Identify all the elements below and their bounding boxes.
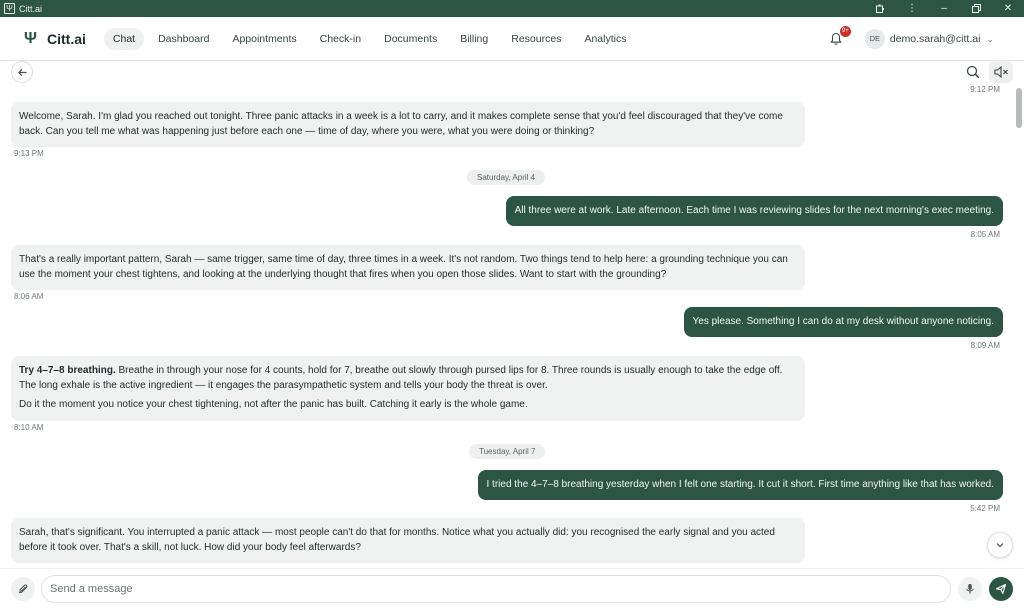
mute-audio-button[interactable] bbox=[989, 61, 1013, 83]
extensions-icon[interactable] bbox=[864, 0, 896, 17]
nav-item-billing[interactable]: Billing bbox=[451, 28, 497, 50]
search-icon bbox=[966, 65, 980, 79]
brand-logo[interactable]: Ψ Citt.ai bbox=[24, 30, 86, 48]
minimize-icon[interactable]: – bbox=[928, 0, 960, 17]
message-time: 8:05 AM bbox=[970, 230, 1000, 239]
user-email[interactable]: demo.sarah@citt.ai bbox=[890, 33, 981, 45]
message-text: All three were at work. Late afternoon. … bbox=[514, 205, 994, 216]
message-text: Welcome, Sarah. I'm glad you reached out… bbox=[19, 111, 783, 137]
nav-item-analytics[interactable]: Analytics bbox=[575, 28, 635, 50]
message-time: 8:06 AM bbox=[14, 292, 44, 301]
message-input[interactable] bbox=[41, 575, 951, 603]
user-message: I tried the 4–7–8 breathing yesterday wh… bbox=[477, 470, 1003, 500]
arrow-left-icon bbox=[17, 68, 26, 76]
app-logo-icon: Ψ bbox=[4, 3, 15, 14]
paperclip-icon bbox=[18, 584, 28, 594]
user-message: All three were at work. Late afternoon. … bbox=[505, 196, 1003, 226]
assistant-message: That's a really important pattern, Sarah… bbox=[11, 245, 805, 290]
message-time: 8:10 AM bbox=[14, 423, 44, 432]
message-list[interactable]: 9:12 PM Welcome, Sarah. I'm glad you rea… bbox=[0, 85, 1014, 565]
voice-input-button[interactable] bbox=[958, 577, 982, 601]
nav-item-resources[interactable]: Resources bbox=[502, 28, 570, 50]
back-button[interactable] bbox=[11, 61, 33, 83]
nav-menu: Chat Dashboard Appointments Check-in Doc… bbox=[103, 27, 641, 50]
message-text: Breathe in through your nose for 4 count… bbox=[19, 365, 783, 391]
attach-button[interactable] bbox=[11, 577, 35, 601]
chevron-down-icon[interactable]: ⌄ bbox=[986, 34, 994, 45]
volume-mute-icon bbox=[993, 66, 1008, 78]
window-title: Citt.ai bbox=[19, 3, 43, 14]
message-time: 9:12 PM bbox=[970, 85, 1000, 94]
close-icon[interactable]: ✕ bbox=[992, 0, 1024, 17]
window-titlebar: Ψ Citt.ai ⋮ – ✕ bbox=[0, 0, 1024, 17]
date-divider: Tuesday, April 7 bbox=[469, 444, 546, 459]
message-bold-lead: Try 4–7–8 breathing. bbox=[19, 365, 116, 376]
restore-icon[interactable] bbox=[960, 0, 992, 17]
user-avatar[interactable]: DE bbox=[864, 29, 885, 49]
chevron-down-icon bbox=[996, 543, 1004, 548]
message-text: Sarah, that's significant. You interrupt… bbox=[19, 527, 775, 553]
nav-item-appointments[interactable]: Appointments bbox=[223, 28, 305, 50]
message-text: I tried the 4–7–8 breathing yesterday wh… bbox=[486, 479, 995, 490]
nav-item-dashboard[interactable]: Dashboard bbox=[149, 28, 218, 50]
chat-toolbar bbox=[0, 61, 1024, 85]
send-icon bbox=[995, 583, 1007, 595]
nav-item-chat[interactable]: Chat bbox=[103, 27, 145, 50]
assistant-message: Welcome, Sarah. I'm glad you reached out… bbox=[11, 102, 805, 147]
microphone-icon bbox=[966, 584, 974, 594]
message-text: That's a really important pattern, Sarah… bbox=[19, 254, 788, 280]
message-time: 5:42 PM bbox=[970, 504, 1000, 513]
psi-logo-icon: Ψ bbox=[24, 29, 37, 47]
brand-name: Citt.ai bbox=[47, 30, 86, 47]
notifications-button[interactable]: 9+ bbox=[829, 26, 851, 48]
scrollbar-thumb[interactable] bbox=[1016, 88, 1022, 128]
more-vert-icon[interactable]: ⋮ bbox=[896, 0, 928, 17]
user-message: Yes please. Something I can do at my des… bbox=[683, 307, 1003, 337]
scroll-to-bottom-button[interactable] bbox=[987, 532, 1013, 558]
message-time: 8:09 AM bbox=[970, 341, 1000, 350]
date-divider: Saturday, April 4 bbox=[467, 170, 546, 185]
notification-badge: 9+ bbox=[839, 26, 851, 37]
nav-item-documents[interactable]: Documents bbox=[375, 28, 446, 50]
assistant-message: Sarah, that's significant. You interrupt… bbox=[11, 518, 805, 563]
assistant-message: Try 4–7–8 breathing. Breathe in through … bbox=[11, 356, 805, 421]
message-text: Yes please. Something I can do at my des… bbox=[692, 316, 994, 327]
top-navbar: Ψ Citt.ai Chat Dashboard Appointments Ch… bbox=[0, 17, 1024, 61]
nav-item-check-in[interactable]: Check-in bbox=[311, 28, 370, 50]
search-button[interactable] bbox=[963, 62, 983, 82]
message-time: 9:13 PM bbox=[14, 149, 44, 158]
send-button[interactable] bbox=[989, 577, 1013, 601]
message-text: Do it the moment you notice your chest t… bbox=[19, 399, 528, 410]
message-composer bbox=[0, 568, 1024, 608]
